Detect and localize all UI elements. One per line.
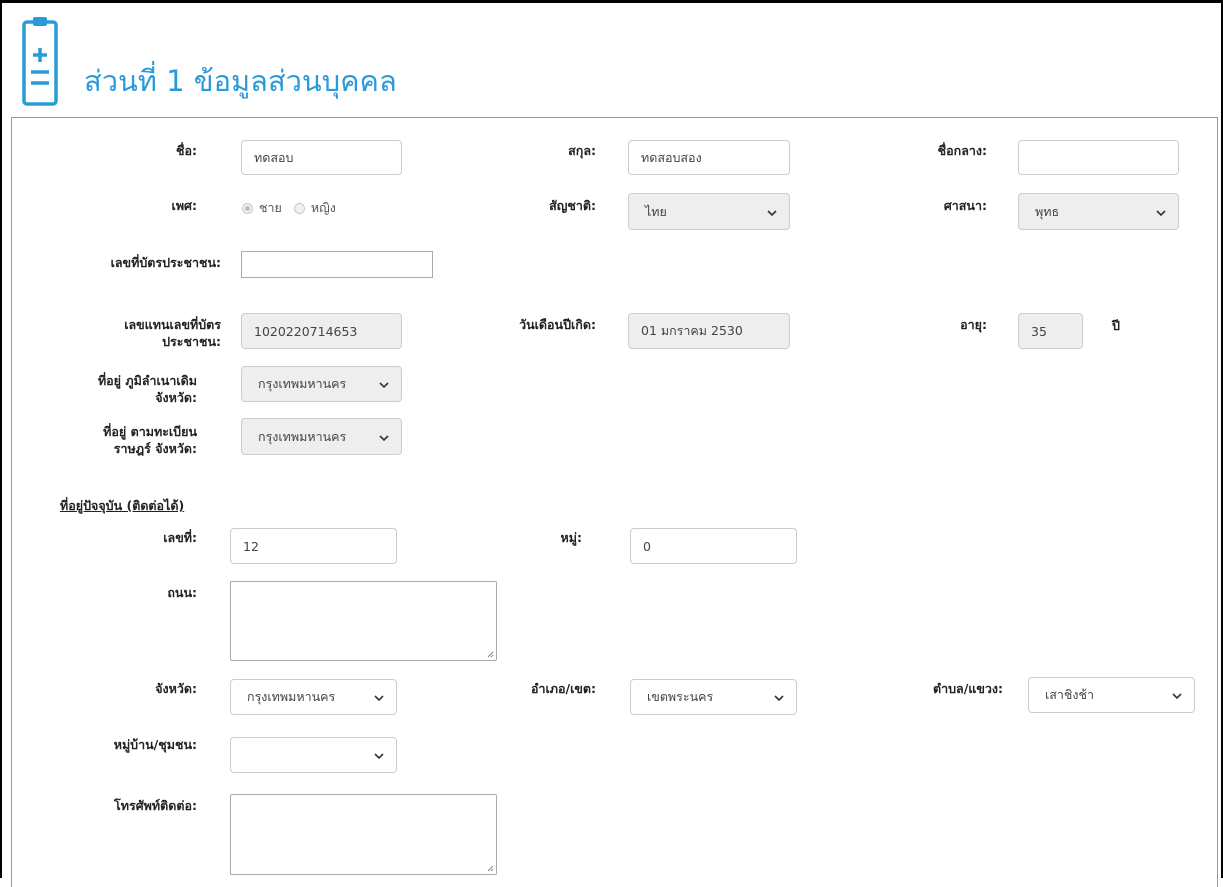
gender-radio-group: ชาย หญิง [242, 198, 348, 218]
nationality-label: สัญชาติ: [549, 198, 596, 213]
window-frame-left [0, 0, 2, 878]
id-card-label: เลขที่บัตรประชาชน: [110, 255, 221, 270]
clipboard-icon [22, 17, 58, 106]
birth-date-label: วันเดือนปีเกิด: [519, 317, 596, 332]
subdistrict-label: ตำบล/แขวง: [932, 681, 1003, 696]
last-name-label: สกุล: [568, 143, 596, 158]
personal-info-card [11, 117, 1218, 887]
id-substitute-label-line2: ประชาชน: [162, 334, 221, 349]
age-unit: ปี [1112, 318, 1120, 333]
gender-female-label: หญิง [310, 200, 336, 215]
middle-name-input[interactable] [1018, 140, 1179, 175]
origin-province-value: กรุงเทพมหานคร [258, 376, 347, 391]
province-value: กรุงเทพมหานคร [247, 689, 336, 704]
nationality-value: ไทย [645, 203, 667, 219]
religion-value: พุทธ [1035, 203, 1060, 219]
chevron-down-icon [374, 753, 384, 759]
subdistrict-value: เสาชิงช้า [1045, 687, 1095, 702]
chevron-down-icon [379, 382, 389, 388]
village-label: หมู่บ้าน/ชุมชน: [113, 737, 197, 752]
registered-province-select[interactable]: กรุงเทพมหานคร [241, 418, 402, 455]
id-card-input[interactable] [241, 251, 433, 278]
registered-province-value: กรุงเทพมหานคร [258, 428, 347, 444]
resize-grip-icon[interactable] [486, 864, 494, 872]
phone-textarea[interactable] [230, 794, 497, 875]
id-substitute-label: เลขแทนเลขที่บัตร ประชาชน: [124, 316, 221, 350]
resize-grip-icon[interactable] [486, 650, 494, 658]
moo-input[interactable]: 0 [630, 528, 797, 564]
last-name-input[interactable]: ทดสอบสอง [628, 140, 790, 175]
chevron-down-icon [1172, 693, 1182, 699]
chevron-down-icon [374, 695, 384, 701]
registered-province-label-line1: ที่อยู่ ตามทะเบียน [103, 424, 197, 439]
first-name-input[interactable]: ทดสอบ [241, 140, 402, 175]
registered-province-label: ที่อยู่ ตามทะเบียน ราษฎร์ จังหวัด: [103, 423, 197, 457]
current-address-section-title: ที่อยู่ปัจจุบัน (ติดต่อได้) [60, 498, 185, 513]
age-label: อายุ: [960, 317, 987, 332]
first-name-label: ชื่อ: [176, 143, 197, 158]
village-select[interactable] [230, 737, 397, 773]
origin-province-label: ที่อยู่ ภูมิลำเนาเดิม จังหวัด: [98, 372, 197, 406]
id-substitute-input[interactable]: 1020220714653 [241, 313, 402, 349]
road-textarea[interactable] [230, 581, 497, 661]
chevron-down-icon [1156, 209, 1166, 216]
page-title: ส่วนที่ 1 ข้อมูลส่วนบุคคล [84, 64, 397, 98]
nationality-select[interactable]: ไทย [628, 193, 790, 230]
subdistrict-select[interactable]: เสาชิงช้า [1028, 677, 1195, 713]
house-no-input[interactable]: 12 [230, 528, 397, 564]
district-select[interactable]: เขตพระนคร [630, 679, 797, 715]
middle-name-label: ชื่อกลาง: [937, 143, 987, 158]
chevron-down-icon [379, 434, 389, 441]
age-input[interactable]: 35 [1018, 313, 1083, 349]
province-select[interactable]: กรุงเทพมหานคร [230, 679, 397, 715]
religion-label: ศาสนา: [943, 198, 987, 213]
registered-province-label-line2: ราษฎร์ จังหวัด: [113, 441, 197, 456]
gender-label: เพศ: [171, 198, 197, 213]
gender-female-radio[interactable] [293, 202, 305, 214]
origin-province-select[interactable]: กรุงเทพมหานคร [241, 366, 402, 402]
religion-select[interactable]: พุทธ [1018, 193, 1179, 230]
gender-male-label: ชาย [259, 200, 282, 215]
moo-label: หมู่: [560, 530, 582, 545]
chevron-down-icon [774, 695, 784, 701]
chevron-down-icon [767, 209, 777, 216]
origin-province-label-line1: ที่อยู่ ภูมิลำเนาเดิม [97, 373, 197, 388]
window-frame-top [0, 0, 1223, 3]
house-no-label: เลขที่: [163, 530, 197, 545]
district-label: อำเภอ/เขต: [530, 681, 596, 696]
id-substitute-label-line1: เลขแทนเลขที่บัตร [124, 317, 221, 332]
gender-male-radio[interactable] [242, 202, 253, 214]
birth-date-input[interactable]: 01 มกราคม 2530 [628, 313, 790, 349]
phone-label: โทรศัพท์ติดต่อ: [114, 798, 197, 813]
origin-province-label-line2: จังหวัด: [155, 390, 197, 405]
province-label: จังหวัด: [155, 681, 197, 696]
road-label: ถนน: [167, 585, 197, 600]
district-value: เขตพระนคร [647, 689, 714, 704]
